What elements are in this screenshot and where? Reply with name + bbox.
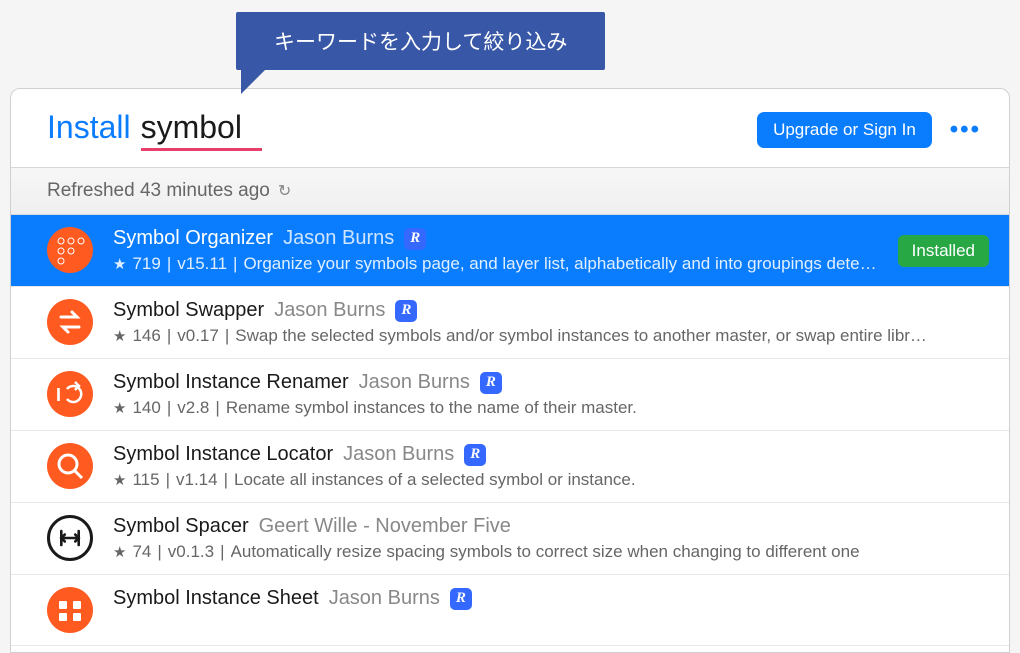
star-icon: ★ xyxy=(113,255,126,273)
plugin-version: v0.1.3 xyxy=(168,542,214,562)
plugin-name: Symbol Instance Sheet xyxy=(113,587,319,610)
plugin-author: Jason Burns xyxy=(343,443,454,466)
plugin-author: Jason Burns xyxy=(359,371,470,394)
callout-text: キーワードを入力して絞り込み xyxy=(274,31,567,54)
plugin-description: Locate all instances of a selected symbo… xyxy=(234,470,636,490)
callout-tail xyxy=(241,66,269,94)
list-item[interactable]: Symbol Instance Locator Jason Burns R ★ … xyxy=(11,431,1009,503)
svg-text:I: I xyxy=(56,385,61,405)
star-icon: ★ xyxy=(113,327,126,345)
plugin-name: Symbol Instance Locator xyxy=(113,443,333,466)
plugin-name: Symbol Instance Renamer xyxy=(113,371,349,394)
installed-badge: Installed xyxy=(898,235,989,267)
plugin-author: Geert Wille - November Five xyxy=(259,515,511,538)
upgrade-button[interactable]: Upgrade or Sign In xyxy=(757,112,932,148)
plugin-icon xyxy=(47,443,93,489)
plugin-description: Swap the selected symbols and/or symbol … xyxy=(235,326,927,346)
runner-window: Install symbol Upgrade or Sign In ••• Re… xyxy=(10,88,1010,653)
plugin-icon xyxy=(47,515,93,561)
runner-badge-icon: R xyxy=(395,300,417,322)
plugin-icon xyxy=(47,227,93,273)
search-area[interactable]: Install symbol xyxy=(47,109,262,151)
star-icon: ★ xyxy=(113,471,126,489)
star-count: 146 xyxy=(132,326,160,346)
help-callout: キーワードを入力して絞り込み xyxy=(236,12,605,70)
plugin-icon xyxy=(47,299,93,345)
plugin-version: v15.11 xyxy=(177,254,227,274)
list-item[interactable]: Symbol Instance Sheet Jason Burns R xyxy=(11,575,1009,646)
runner-badge-icon: R xyxy=(464,444,486,466)
star-count: 719 xyxy=(132,254,160,274)
plugin-name: Symbol Spacer xyxy=(113,515,249,538)
more-icon[interactable]: ••• xyxy=(950,116,981,144)
plugin-description: Automatically resize spacing symbols to … xyxy=(231,542,860,562)
star-count: 74 xyxy=(132,542,151,562)
plugin-name: Symbol Organizer xyxy=(113,227,273,250)
plugin-version: v0.17 xyxy=(177,326,219,346)
plugin-version: v2.8 xyxy=(177,398,209,418)
list-item[interactable]: Symbol Spacer Geert Wille - November Fiv… xyxy=(11,503,1009,575)
plugin-list: Symbol Organizer Jason Burns R ★ 719 | v… xyxy=(11,215,1009,646)
plugin-icon xyxy=(47,587,93,633)
runner-badge-icon: R xyxy=(404,228,426,250)
star-count: 140 xyxy=(132,398,160,418)
plugin-author: Jason Burns xyxy=(329,587,440,610)
plugin-description: Rename symbol instances to the name of t… xyxy=(226,398,637,418)
list-item-content: Symbol Instance Sheet Jason Burns R xyxy=(113,587,989,614)
plugin-icon: I xyxy=(47,371,93,417)
plugin-description: Organize your symbols page, and layer li… xyxy=(243,254,876,274)
list-item[interactable]: I Symbol Instance Renamer Jason Burns R … xyxy=(11,359,1009,431)
header-actions: Upgrade or Sign In ••• xyxy=(757,112,981,148)
plugin-version: v1.14 xyxy=(176,470,218,490)
list-item-content: Symbol Swapper Jason Burns R ★ 146 | v0.… xyxy=(113,299,989,346)
refresh-text: Refreshed 43 minutes ago xyxy=(47,180,270,202)
star-count: 115 xyxy=(132,470,159,490)
header: Install symbol Upgrade or Sign In ••• xyxy=(11,89,1009,168)
list-item-content: Symbol Spacer Geert Wille - November Fiv… xyxy=(113,515,989,562)
search-input[interactable]: symbol xyxy=(141,109,262,151)
star-icon: ★ xyxy=(113,399,126,417)
runner-badge-icon: R xyxy=(480,372,502,394)
plugin-author: Jason Burns xyxy=(274,299,385,322)
list-item-content: Symbol Instance Locator Jason Burns R ★ … xyxy=(113,443,989,490)
list-item[interactable]: Symbol Organizer Jason Burns R ★ 719 | v… xyxy=(11,215,1009,287)
refresh-bar: Refreshed 43 minutes ago ↻ xyxy=(11,168,1009,215)
refresh-icon[interactable]: ↻ xyxy=(278,181,291,201)
mode-label: Install xyxy=(47,109,131,146)
plugin-name: Symbol Swapper xyxy=(113,299,264,322)
runner-badge-icon: R xyxy=(450,588,472,610)
list-item-content: Symbol Organizer Jason Burns R ★ 719 | v… xyxy=(113,227,878,274)
list-item-content: Symbol Instance Renamer Jason Burns R ★ … xyxy=(113,371,989,418)
plugin-author: Jason Burns xyxy=(283,227,394,250)
star-icon: ★ xyxy=(113,543,126,561)
list-item[interactable]: Symbol Swapper Jason Burns R ★ 146 | v0.… xyxy=(11,287,1009,359)
